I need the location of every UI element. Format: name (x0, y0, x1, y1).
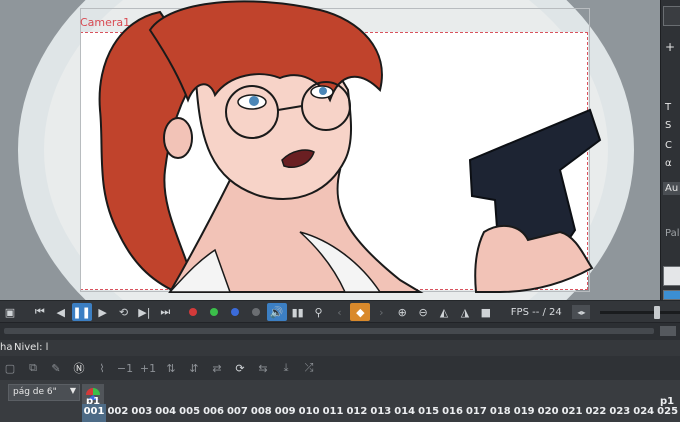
frame-number[interactable]: 018 (488, 406, 512, 417)
sound-icon[interactable]: 🔊 (266, 303, 287, 321)
red-channel-toggle[interactable] (183, 303, 203, 321)
decrease-step-icon[interactable]: −1 (115, 358, 135, 378)
blue-channel-toggle[interactable] (225, 303, 245, 321)
ear-shape (163, 117, 193, 159)
brush-icon[interactable]: ⌇ (92, 358, 112, 378)
frame-number[interactable]: 008 (249, 406, 273, 417)
zoom-out-icon[interactable]: ⊖ (413, 303, 433, 321)
frame-number[interactable]: 019 (512, 406, 536, 417)
last-frame-button[interactable]: ⏭ (155, 303, 175, 321)
palette-swatch-light[interactable] (663, 266, 680, 286)
fps-spinner[interactable]: ◂▸ (572, 305, 591, 319)
frame-number[interactable]: 024 (632, 406, 656, 417)
page-selector[interactable]: pág de 6" ▼ (8, 384, 80, 401)
next-key-icon[interactable]: › (371, 303, 391, 321)
increase-step-icon[interactable]: +1 (138, 358, 158, 378)
level-bar-fragment: ha (0, 342, 13, 353)
frame-number[interactable]: 001 (82, 404, 106, 422)
character-drawing (98, 0, 602, 293)
horizontal-scrollbar[interactable] (4, 328, 654, 334)
new-level-icon[interactable]: ▢ (0, 358, 20, 378)
panel-letter-s: S (665, 120, 672, 131)
viewer-scroll-strip (0, 322, 680, 341)
flip-vertical-icon[interactable]: ◮ (455, 303, 475, 321)
pause-button[interactable]: ❚❚ (71, 303, 92, 321)
fps-slider[interactable] (600, 305, 680, 319)
frame-number[interactable]: 011 (321, 406, 345, 417)
green-channel-toggle[interactable] (204, 303, 224, 321)
panel-dropdown[interactable]: Au (663, 182, 680, 195)
stop-icon[interactable]: ■ (476, 303, 496, 321)
panel-tab[interactable] (663, 6, 680, 26)
loop-icon[interactable]: ⟲ (114, 303, 134, 321)
frame-number[interactable]: 022 (584, 406, 608, 417)
frame-number[interactable]: 009 (273, 406, 297, 417)
duplicate-icon[interactable]: ⧉ (23, 358, 43, 378)
swing-icon[interactable]: ⇵ (184, 358, 204, 378)
flip-horizontal-icon[interactable]: ◭ (434, 303, 454, 321)
key-toggle-icon[interactable]: ◆ (350, 303, 371, 321)
next-drawing-icon[interactable]: Ⓝ (69, 358, 89, 378)
magnifier-icon[interactable]: ⚲ (309, 303, 329, 321)
refresh-icon[interactable]: ⟳ (230, 358, 250, 378)
matte-channel-toggle[interactable] (246, 303, 266, 321)
frame-number[interactable]: 013 (369, 406, 393, 417)
frame-number[interactable]: 006 (202, 406, 226, 417)
frame-number[interactable]: 014 (393, 406, 417, 417)
frame-number[interactable]: 007 (225, 406, 249, 417)
frame-number[interactable]: 023 (608, 406, 632, 417)
play-button[interactable]: ▶ (93, 303, 113, 321)
frame-number[interactable]: 004 (154, 406, 178, 417)
first-frame-button[interactable]: ⏮ (30, 303, 50, 321)
frame-number[interactable]: 020 (536, 406, 560, 417)
frame-number[interactable]: 017 (464, 406, 488, 417)
edit-icon[interactable]: ✎ (46, 358, 66, 378)
fill-icon[interactable]: ⤓ (276, 358, 296, 378)
frame-number[interactable]: 005 (178, 406, 202, 417)
frame-ruler: 001 002 003 004 005 006 007 008 009 010 011 012 013 0… (82, 404, 680, 422)
frame-number[interactable]: 021 (560, 406, 584, 417)
shuffle-icon[interactable]: ⤮ (299, 358, 319, 378)
xsheet-toolbar: ▢ ⧉ ✎ Ⓝ ⌇ −1 +1 ⇅ ⇵ ⇄ ⟳ ⇆ ⤓ ⤮ (0, 356, 680, 381)
frame-number[interactable]: 015 (417, 406, 441, 417)
panel-letter-c: C (665, 140, 672, 151)
scroll-thumb[interactable] (660, 326, 676, 336)
palette-section-label: Pal (665, 228, 680, 239)
chevron-down-icon: ▼ (69, 386, 76, 395)
palette-swatch-blue[interactable] (663, 290, 680, 300)
right-side-panel: + T S C α Au Pal (660, 0, 680, 300)
histogram-icon[interactable]: ▮▮ (288, 303, 308, 321)
zoom-in-icon[interactable]: ⊕ (392, 303, 412, 321)
level-info-bar: ha Nivel: l (0, 340, 680, 356)
reverse-icon[interactable]: ⇅ (161, 358, 181, 378)
next-frame-button[interactable]: ▶| (134, 303, 154, 321)
viewer-area[interactable]: Camera1 (0, 0, 660, 300)
frame-number[interactable]: 010 (297, 406, 321, 417)
frame-number[interactable]: 002 (106, 406, 130, 417)
panel-letter-alpha: α (665, 158, 672, 169)
fps-slider-thumb[interactable] (654, 305, 661, 319)
fps-readout: FPS -- / 24 (510, 306, 562, 318)
repeat-icon[interactable]: ⇆ (253, 358, 273, 378)
add-icon[interactable]: + (665, 40, 675, 54)
previous-frame-button[interactable]: ◀ (51, 303, 71, 321)
panel-letter-t: T (665, 102, 672, 113)
prev-key-icon[interactable]: ‹ (330, 303, 350, 321)
player-toolbar: ▣ ⏮ ◀ ❚❚ ▶ ⟲ ▶| ⏭ 🔊 ▮▮ ⚲ ‹ ◆ › ⊕ ⊖ ◭ ◮ ■… (0, 300, 680, 323)
frame-number[interactable]: 012 (345, 406, 369, 417)
random-icon[interactable]: ⇄ (207, 358, 227, 378)
level-name-label: Nivel: l (14, 342, 49, 353)
lock-icon[interactable]: ▣ (0, 303, 20, 321)
frame-number[interactable]: 003 (130, 406, 154, 417)
frame-number[interactable]: 016 (441, 406, 465, 417)
frame-number[interactable]: 025 (656, 406, 680, 417)
page-selector-value: pág de 6" (13, 387, 57, 397)
camera-label: Camera1 (80, 16, 131, 29)
